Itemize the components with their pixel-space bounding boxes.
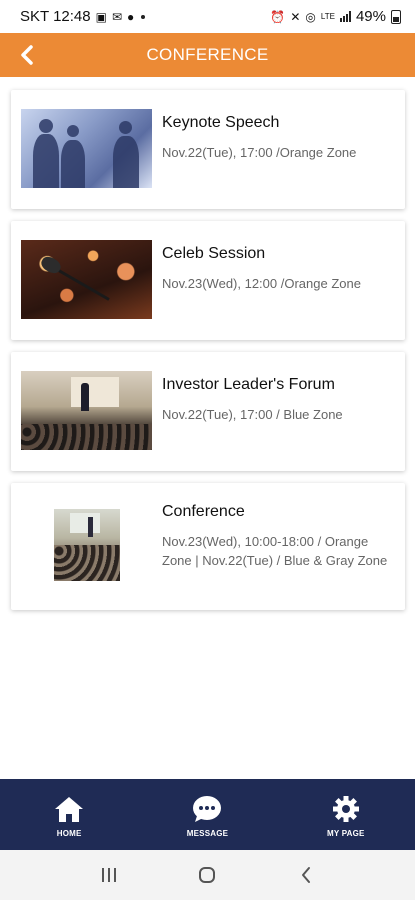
status-bar-right: ⏰ ✕ ◎ LTE 49% <box>270 8 401 25</box>
session-title: Keynote Speech <box>162 114 280 131</box>
system-back-button[interactable] <box>284 855 328 895</box>
nav-message-label: MESSAGE <box>186 829 229 838</box>
session-card-body: Investor Leader's Forum Nov.22(Tue), 17:… <box>162 371 395 424</box>
mail-icon: ✉ <box>111 9 123 24</box>
back-arrow-icon <box>21 45 33 65</box>
session-card-keynote[interactable]: Keynote Speech Nov.22(Tue), 17:00 /Orang… <box>11 90 405 209</box>
gear-icon <box>332 796 359 822</box>
hotspot-icon: ◎ <box>305 9 316 24</box>
bottom-navigation: HOME MESSAGE MY PAGE <box>0 779 415 850</box>
thumbnail-wrapper <box>21 501 152 581</box>
status-bar: SKT 12:48 ▣ ✉ ● ⏰ ✕ ◎ LTE 49% <box>0 0 415 33</box>
session-card-body: Conference Nov.23(Wed), 10:00-18:00 / Or… <box>162 501 395 570</box>
session-card-investor-forum[interactable]: Investor Leader's Forum Nov.22(Tue), 17:… <box>11 352 405 471</box>
session-title: Investor Leader's Forum <box>162 376 335 393</box>
system-home-button[interactable] <box>185 855 229 895</box>
session-title: Conference <box>162 503 245 520</box>
gallery-icon: ▣ <box>95 9 107 24</box>
session-meta: Nov.23(Wed), 12:00 /Orange Zone <box>162 276 361 291</box>
page-title: CONFERENCE <box>146 45 269 64</box>
nav-my-page-label: MY PAGE <box>327 829 365 838</box>
back-button[interactable] <box>10 37 44 73</box>
session-list: Keynote Speech Nov.22(Tue), 17:00 /Orang… <box>11 90 405 622</box>
home-icon <box>55 797 84 822</box>
status-bar-left: SKT 12:48 ▣ ✉ ● <box>20 8 146 25</box>
lte-icon: LTE <box>320 11 335 21</box>
session-card-conference[interactable]: Conference Nov.23(Wed), 10:00-18:00 / Or… <box>11 483 405 610</box>
signal-icon <box>339 11 351 22</box>
nav-home-label: HOME <box>56 829 82 838</box>
session-title: Celeb Session <box>162 245 266 262</box>
mute-icon: ✕ <box>290 9 301 24</box>
conference-room-photo <box>53 509 120 581</box>
nav-home[interactable]: HOME <box>0 779 138 850</box>
home-circle-icon <box>199 867 216 883</box>
microphone-stage-photo <box>21 240 152 319</box>
session-card-celeb[interactable]: Celeb Session Nov.23(Wed), 12:00 /Orange… <box>11 221 405 340</box>
speaker-audience-photo <box>21 371 152 450</box>
more-notifications-icon <box>141 14 146 19</box>
recent-apps-button[interactable] <box>87 855 131 895</box>
nav-my-page[interactable]: MY PAGE <box>277 779 415 850</box>
chat-bubble-icon <box>193 796 222 822</box>
battery-percent: 49% <box>355 8 386 25</box>
battery-icon <box>391 9 401 24</box>
nav-message[interactable]: MESSAGE <box>138 779 276 850</box>
chat-notification-icon: ● <box>127 9 135 24</box>
alarm-icon: ⏰ <box>270 9 286 24</box>
carrier-time: SKT 12:48 <box>20 8 91 25</box>
app-header: CONFERENCE <box>0 33 415 77</box>
session-card-body: Keynote Speech Nov.22(Tue), 17:00 /Orang… <box>162 109 395 162</box>
back-chevron-icon <box>301 867 310 883</box>
session-meta: Nov.22(Tue), 17:00 / Blue Zone <box>162 407 343 422</box>
handshake-business-photo <box>21 109 152 188</box>
session-meta: Nov.23(Wed), 10:00-18:00 / Orange Zone |… <box>162 534 388 568</box>
system-navigation-bar <box>0 850 415 900</box>
session-meta: Nov.22(Tue), 17:00 /Orange Zone <box>162 145 357 160</box>
recent-apps-icon <box>102 868 117 882</box>
session-card-body: Celeb Session Nov.23(Wed), 12:00 /Orange… <box>162 240 395 293</box>
